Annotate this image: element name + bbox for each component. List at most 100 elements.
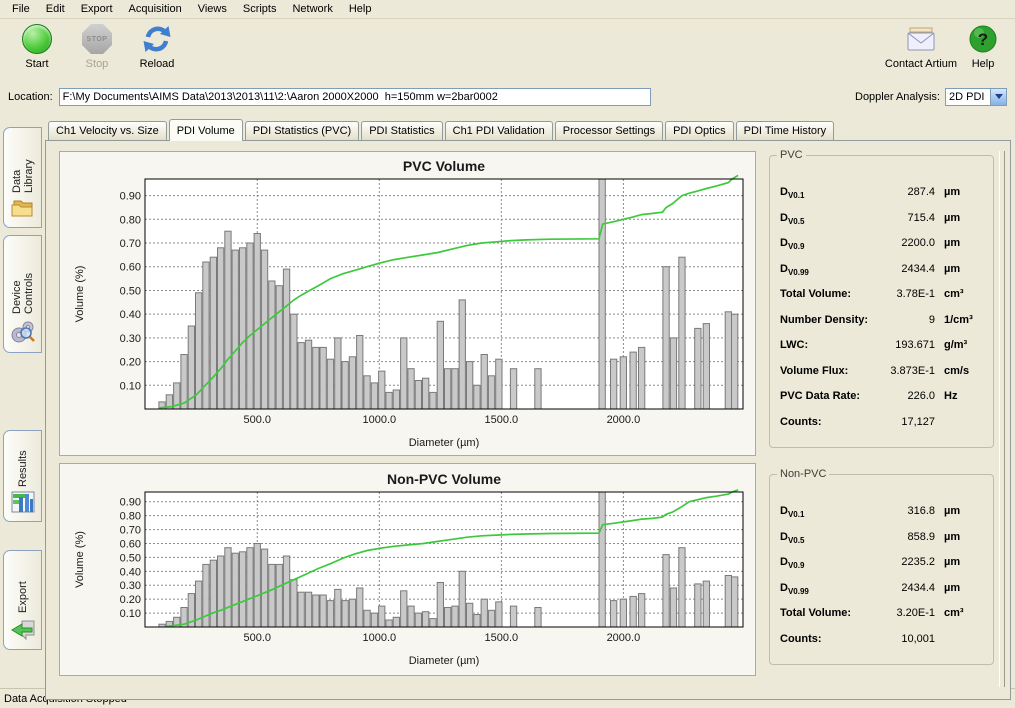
svg-text:1500.0: 1500.0 [485,414,519,426]
svg-text:0.50: 0.50 [120,552,141,564]
menu-acquisition[interactable]: Acquisition [121,1,190,17]
pvc-stats-groupbox: PVC DV0.1287.4µm DV0.5715.4µm DV0.92200.… [769,155,994,448]
stat-row-counts: Counts:17,127 [780,416,985,442]
svg-text:2000.0: 2000.0 [607,414,641,426]
stat-row-dv09: DV0.92200.0µm [780,237,985,263]
svg-text:0.90: 0.90 [120,497,141,509]
reload-icon [141,23,173,55]
start-button[interactable]: Start [8,22,66,70]
menu-export[interactable]: Export [73,1,121,17]
svg-text:0.40: 0.40 [120,309,141,321]
contact-artium-button[interactable]: Contact Artium [883,22,959,70]
content-area: Ch1 Velocity vs. Size PDI Volume PDI Sta… [45,110,1015,688]
sidebar-item-data-library[interactable]: Data Library [3,127,42,228]
location-label: Location: [8,91,53,103]
menu-bar: File Edit Export Acquisition Views Scrip… [0,0,1015,19]
help-button[interactable]: ? Help [961,22,1005,70]
tab-ch1-velocity-vs-size[interactable]: Ch1 Velocity vs. Size [48,121,167,140]
tab-processor-settings[interactable]: Processor Settings [555,121,663,140]
envelope-icon [905,26,937,52]
toolbar: Start STOP Stop Reload Contact Artium [0,19,1015,83]
svg-text:2000.0: 2000.0 [607,632,641,644]
tab-pdi-statistics[interactable]: PDI Statistics [361,121,442,140]
doppler-analysis-label: Doppler Analysis: [855,91,940,103]
svg-text:0.50: 0.50 [120,285,141,297]
doppler-analysis-value: 2D PDI [946,91,990,103]
tab-pdi-time-history[interactable]: PDI Time History [736,121,835,140]
svg-text:PVC Volume: PVC Volume [403,158,485,174]
stat-row-lwc: LWC:193.671g/m³ [780,339,985,365]
nonpvc-groupbox-title: Non-PVC [777,468,829,480]
menu-file[interactable]: File [4,1,38,17]
svg-text:500.0: 500.0 [244,414,272,426]
stat-row-dv05: DV0.5858.9µm [780,531,985,557]
location-input[interactable] [59,88,651,106]
nonpvc-volume-chart: 500.01000.01500.02000.00.100.200.300.400… [60,464,755,674]
pvc-volume-chart: 500.01000.01500.02000.00.100.200.300.400… [60,152,755,452]
svg-text:Diameter (µm): Diameter (µm) [409,437,480,449]
sidebar-item-device-controls[interactable]: Device Controls [3,235,42,353]
svg-text:0.90: 0.90 [120,191,141,203]
sidebar-item-label: Data Library [11,136,35,193]
svg-text:Non-PVC Volume: Non-PVC Volume [387,471,501,487]
doppler-analysis-select[interactable]: 2D PDI [945,88,1007,106]
stat-row-dv099: DV0.992434.4µm [780,263,985,289]
svg-text:Diameter (µm): Diameter (µm) [409,655,480,667]
svg-text:0.40: 0.40 [120,566,141,578]
location-row: Location: Doppler Analysis: 2D PDI [0,83,1015,110]
menu-help[interactable]: Help [341,1,380,17]
svg-text:Volume (%): Volume (%) [74,266,86,323]
svg-text:1000.0: 1000.0 [362,632,396,644]
menu-views[interactable]: Views [190,1,235,17]
stop-button-label: Stop [86,58,109,70]
svg-text:0.60: 0.60 [120,538,141,550]
svg-text:0.70: 0.70 [120,238,141,250]
stat-row-number-density: Number Density:91/cm³ [780,314,985,340]
panel-edge-strip [999,151,1005,687]
tab-pdi-statistics-pvc[interactable]: PDI Statistics (PVC) [245,121,359,140]
stat-row-dv05: DV0.5715.4µm [780,212,985,238]
stat-row-dv01: DV0.1316.8µm [780,505,985,531]
svg-text:0.70: 0.70 [120,525,141,537]
folder-icon [10,197,36,222]
sidebar-item-label: Device Controls [11,244,35,314]
gears-magnifier-icon [10,318,36,347]
stat-row-volume-flux: Volume Flux:3.873E-1cm/s [780,365,985,391]
menu-scripts[interactable]: Scripts [235,1,285,17]
svg-text:0.20: 0.20 [120,594,141,606]
svg-text:1000.0: 1000.0 [362,414,396,426]
contact-artium-label: Contact Artium [885,58,957,70]
sidebar-item-results[interactable]: Results [3,430,42,522]
sidebar: Data Library Device Controls [0,110,45,688]
svg-text:0.30: 0.30 [120,333,141,345]
tab-ch1-pdi-validation[interactable]: Ch1 PDI Validation [445,121,553,140]
menu-edit[interactable]: Edit [38,1,73,17]
svg-text:Volume (%): Volume (%) [74,531,86,588]
start-button-label: Start [25,58,48,70]
main-area: Data Library Device Controls [0,110,1015,688]
svg-text:0.10: 0.10 [120,608,141,620]
export-arrow-icon [10,617,36,644]
tab-strip: Ch1 Velocity vs. Size PDI Volume PDI Sta… [45,118,1015,140]
pvc-groupbox-title: PVC [777,149,806,161]
svg-text:?: ? [978,30,988,49]
tab-pdi-volume[interactable]: PDI Volume [169,119,243,141]
stats-column: PVC DV0.1287.4µm DV0.5715.4µm DV0.92200.… [763,151,1006,691]
help-icon: ? [968,24,998,54]
reload-button-label: Reload [140,58,175,70]
svg-text:500.0: 500.0 [244,632,272,644]
stat-row-total-volume: Total Volume:3.78E-1cm³ [780,288,985,314]
help-button-label: Help [972,58,995,70]
nonpvc-volume-chart-panel: 500.01000.01500.02000.00.100.200.300.400… [59,463,756,676]
reload-button[interactable]: Reload [128,22,186,70]
sidebar-item-label: Results [17,439,29,487]
sidebar-item-export[interactable]: Export [3,550,42,650]
svg-text:0.30: 0.30 [120,580,141,592]
stop-button[interactable]: STOP Stop [68,22,126,70]
svg-text:0.80: 0.80 [120,511,141,523]
menu-network[interactable]: Network [284,1,340,17]
tab-pdi-optics[interactable]: PDI Optics [665,121,734,140]
chevron-down-icon[interactable] [990,89,1006,105]
stat-row-counts: Counts:10,001 [780,633,985,659]
svg-text:0.10: 0.10 [120,380,141,392]
